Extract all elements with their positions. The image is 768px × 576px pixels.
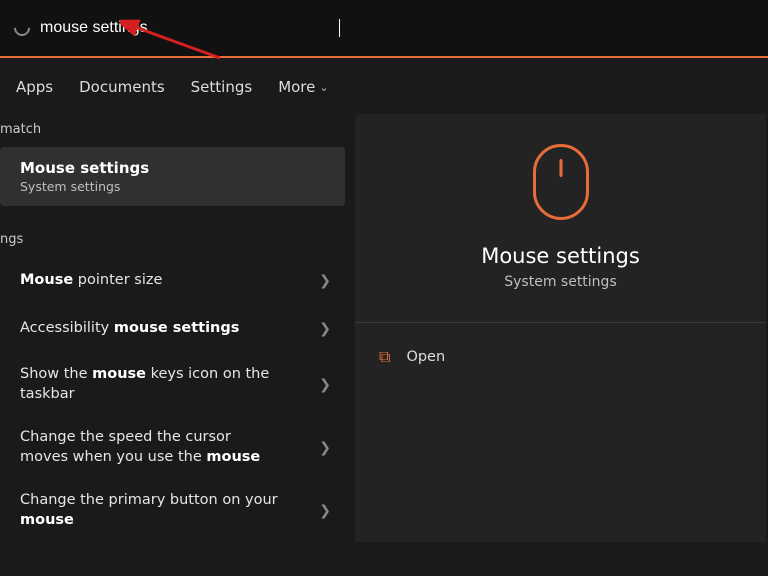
divider <box>355 322 766 323</box>
chevron-right-icon: ❯ <box>319 440 331 456</box>
open-external-icon: ⧉ <box>379 347 390 367</box>
section-best-match: match <box>0 114 355 147</box>
mouse-icon <box>533 144 589 220</box>
text-cursor <box>339 19 340 37</box>
result-mouse-keys-icon[interactable]: Show the mouse keys icon on the taskbar … <box>0 353 355 416</box>
tab-more[interactable]: More ⌄ <box>278 78 328 96</box>
result-mouse-pointer-size[interactable]: Mouse pointer size ❯ <box>0 257 355 305</box>
chevron-right-icon: ❯ <box>319 273 331 289</box>
best-match-title: Mouse settings <box>20 159 331 177</box>
search-input[interactable] <box>40 19 340 37</box>
best-match-subtitle: System settings <box>20 179 331 194</box>
detail-panel: Mouse settings System settings ⧉ Open <box>355 114 766 542</box>
back-arc-icon <box>11 17 34 40</box>
tab-apps[interactable]: Apps <box>16 78 53 96</box>
best-match-item[interactable]: Mouse settings System settings <box>0 147 345 206</box>
chevron-right-icon: ❯ <box>319 321 331 337</box>
detail-title: Mouse settings <box>375 244 746 268</box>
tab-documents[interactable]: Documents <box>79 78 165 96</box>
result-cursor-speed[interactable]: Change the speed the cursor moves when y… <box>0 416 355 479</box>
search-bar <box>0 0 768 58</box>
result-accessibility-mouse[interactable]: Accessibility mouse settings ❯ <box>0 305 355 353</box>
tab-settings[interactable]: Settings <box>191 78 253 96</box>
section-settings: ngs <box>0 224 355 257</box>
tab-more-label: More <box>278 78 315 96</box>
chevron-down-icon: ⌄ <box>319 81 328 94</box>
result-primary-button[interactable]: Change the primary button on your mouse … <box>0 479 355 542</box>
open-label: Open <box>406 349 445 365</box>
detail-subtitle: System settings <box>375 274 746 290</box>
results-panel: match Mouse settings System settings ngs… <box>0 114 355 542</box>
chevron-right-icon: ❯ <box>319 503 331 519</box>
chevron-right-icon: ❯ <box>319 377 331 393</box>
open-action[interactable]: ⧉ Open <box>375 337 746 377</box>
filter-tabs: Apps Documents Settings More ⌄ <box>0 58 768 114</box>
